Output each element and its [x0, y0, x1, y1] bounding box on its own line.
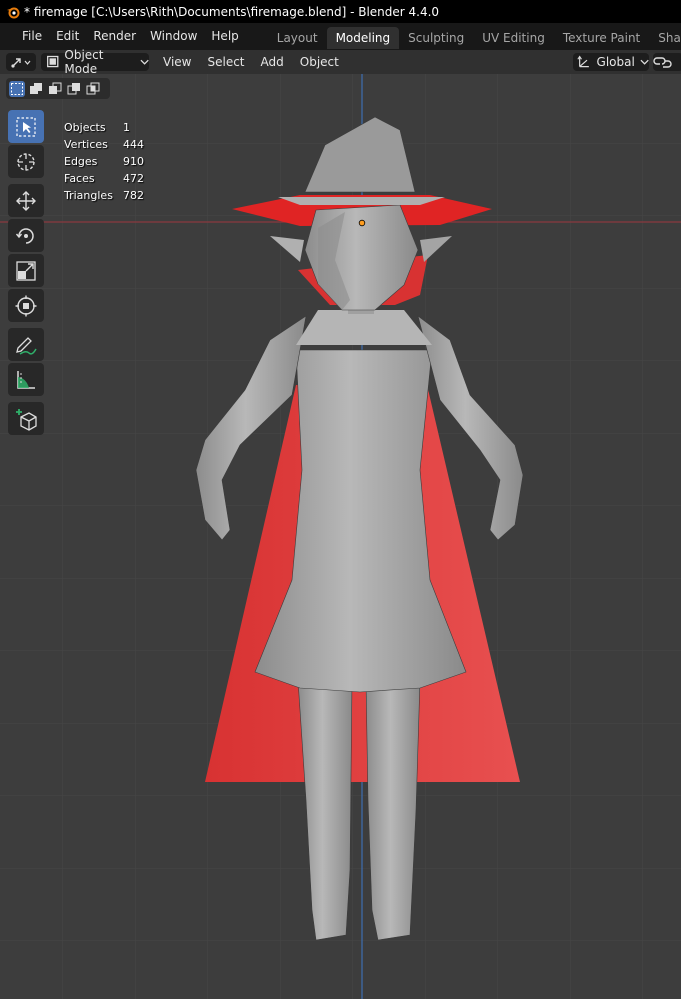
- orientation-label: Global: [596, 55, 635, 69]
- tool-select-box[interactable]: [8, 110, 44, 143]
- chevron-down-icon: [140, 59, 149, 65]
- stat-label: Triangles: [64, 189, 113, 202]
- tool-move[interactable]: [8, 184, 44, 217]
- pivot-point-dropdown[interactable]: [653, 53, 681, 71]
- stat-value: 444: [123, 138, 144, 151]
- stat-row-objects: Objects 1: [64, 119, 144, 136]
- blender-file-icon: [7, 7, 20, 18]
- stat-value: 1: [123, 121, 130, 134]
- stat-value: 782: [123, 189, 144, 202]
- object-mode-icon: [47, 55, 59, 68]
- menu-file[interactable]: File: [15, 23, 49, 50]
- tab-texture-paint[interactable]: Texture Paint: [554, 27, 649, 49]
- cursor-icon: [17, 152, 35, 171]
- select-subtract-button[interactable]: [47, 81, 63, 97]
- mode-dropdown[interactable]: Object Mode: [41, 48, 149, 76]
- stat-value: 910: [123, 155, 144, 168]
- select-box-icon: [16, 116, 36, 137]
- top-menu-bar: File Edit Render Window Help Layout Mode…: [0, 23, 681, 50]
- add-cube-icon: [16, 408, 37, 431]
- tool-shelf: [8, 110, 46, 437]
- select-intersect-icon: [86, 82, 100, 94]
- title-bar: * firemage [C:\Users\Rith\Documents\fire…: [0, 0, 681, 23]
- scale-icon: [16, 260, 36, 281]
- transform-icon: [15, 295, 37, 316]
- chevron-down-icon: [640, 59, 649, 65]
- select-new-icon: [11, 82, 23, 95]
- menu-view[interactable]: View: [155, 50, 199, 74]
- stat-label: Faces: [64, 172, 95, 185]
- select-invert-button[interactable]: [66, 81, 82, 97]
- tool-add-cube[interactable]: [8, 402, 44, 435]
- selection-mode-group: [6, 78, 110, 99]
- mode-label: Object Mode: [64, 48, 104, 76]
- stat-value: 472: [123, 172, 144, 185]
- tab-sculpting[interactable]: Sculpting: [399, 27, 473, 49]
- menu-add[interactable]: Add: [253, 50, 292, 74]
- menu-help[interactable]: Help: [204, 23, 245, 50]
- menu-object[interactable]: Object: [292, 50, 347, 74]
- tool-rotate[interactable]: [8, 219, 44, 252]
- menu-edit[interactable]: Edit: [49, 23, 86, 50]
- object-origin-dot: [358, 219, 366, 227]
- workspace-tabs: Layout Modeling Sculpting UV Editing Tex…: [268, 24, 681, 49]
- rotate-icon: [15, 227, 34, 244]
- 3d-viewport[interactable]: [0, 74, 681, 999]
- link-icon: [653, 57, 672, 68]
- window-title: * firemage [C:\Users\Rith\Documents\fire…: [24, 4, 440, 19]
- transform-orientation-dropdown[interactable]: Global: [573, 53, 649, 71]
- tab-shading[interactable]: Shading: [649, 27, 681, 49]
- tool-cursor[interactable]: [8, 145, 44, 178]
- tool-transform[interactable]: [8, 289, 44, 322]
- select-extend-icon: [30, 82, 42, 94]
- menu-window[interactable]: Window: [143, 23, 204, 50]
- tool-scale[interactable]: [8, 254, 44, 287]
- menu-render[interactable]: Render: [86, 23, 143, 50]
- select-new-button[interactable]: [9, 80, 25, 97]
- axis-gizmo-icon: [11, 58, 31, 68]
- tool-annotate[interactable]: [8, 328, 44, 361]
- select-invert-icon: [67, 82, 80, 94]
- stat-row-edges: Edges 910: [64, 153, 144, 170]
- tab-layout[interactable]: Layout: [268, 27, 327, 49]
- stat-label: Vertices: [64, 138, 108, 151]
- annotate-icon: [16, 336, 37, 355]
- stat-row-triangles: Triangles 782: [64, 187, 144, 204]
- measure-icon: [17, 370, 35, 389]
- select-extend-button[interactable]: [28, 81, 44, 97]
- menu-select[interactable]: Select: [199, 50, 252, 74]
- tool-measure[interactable]: [8, 363, 44, 396]
- stat-label: Edges: [64, 155, 98, 168]
- stat-row-faces: Faces 472: [64, 170, 144, 187]
- statistics-overlay: Objects 1 Vertices 444 Edges 910 Faces 4…: [64, 119, 144, 204]
- tab-modeling[interactable]: Modeling: [326, 27, 400, 49]
- orientation-axes-icon: [577, 55, 589, 68]
- move-icon: [16, 190, 36, 211]
- viewport-header: Object Mode View Select Add Object Globa…: [0, 48, 681, 76]
- select-intersect-button[interactable]: [85, 81, 101, 97]
- stat-row-vertices: Vertices 444: [64, 136, 144, 153]
- editor-type-button[interactable]: [6, 53, 36, 71]
- stat-label: Objects: [64, 121, 106, 134]
- tab-uv-editing[interactable]: UV Editing: [473, 27, 554, 49]
- select-subtract-icon: [49, 82, 62, 94]
